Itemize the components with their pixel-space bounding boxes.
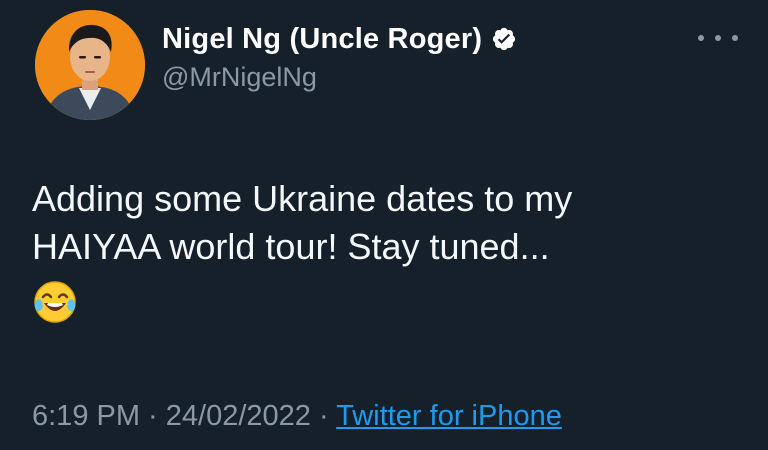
tweet-text: Adding some Ukraine dates to my HAIYAA w…: [32, 175, 752, 325]
tweet-source-link[interactable]: Twitter for iPhone: [336, 400, 562, 432]
tweet-meta: 6:19 PM · 24/02/2022 · Twitter for iPhon…: [32, 400, 562, 433]
tweet-date[interactable]: 24/02/2022: [166, 400, 311, 432]
meta-separator: ·: [140, 400, 166, 432]
tweet-text-line-2: HAIYAA world tour! Stay tuned...: [32, 226, 550, 267]
more-dot: [732, 35, 738, 41]
name-row: Nigel Ng (Uncle Roger): [162, 20, 517, 58]
meta-separator: ·: [310, 400, 337, 432]
more-dot: [715, 35, 721, 41]
tweet-text-line-1: Adding some Ukraine dates to my: [32, 178, 573, 219]
verified-badge-icon: [491, 26, 517, 52]
tweet-card: Nigel Ng (Uncle Roger) @MrNigelNg Adding…: [0, 0, 768, 450]
avatar-image: [35, 10, 145, 120]
more-dot: [698, 35, 704, 41]
author-avatar[interactable]: [35, 10, 145, 120]
author-info: Nigel Ng (Uncle Roger) @MrNigelNg: [162, 20, 517, 93]
author-handle[interactable]: @MrNigelNg: [162, 62, 517, 93]
more-options-icon[interactable]: [698, 26, 738, 50]
author-display-name[interactable]: Nigel Ng (Uncle Roger): [162, 23, 482, 56]
face-with-tears-of-joy-emoji-icon: [32, 279, 78, 325]
tweet-time[interactable]: 6:19 PM: [32, 400, 140, 432]
